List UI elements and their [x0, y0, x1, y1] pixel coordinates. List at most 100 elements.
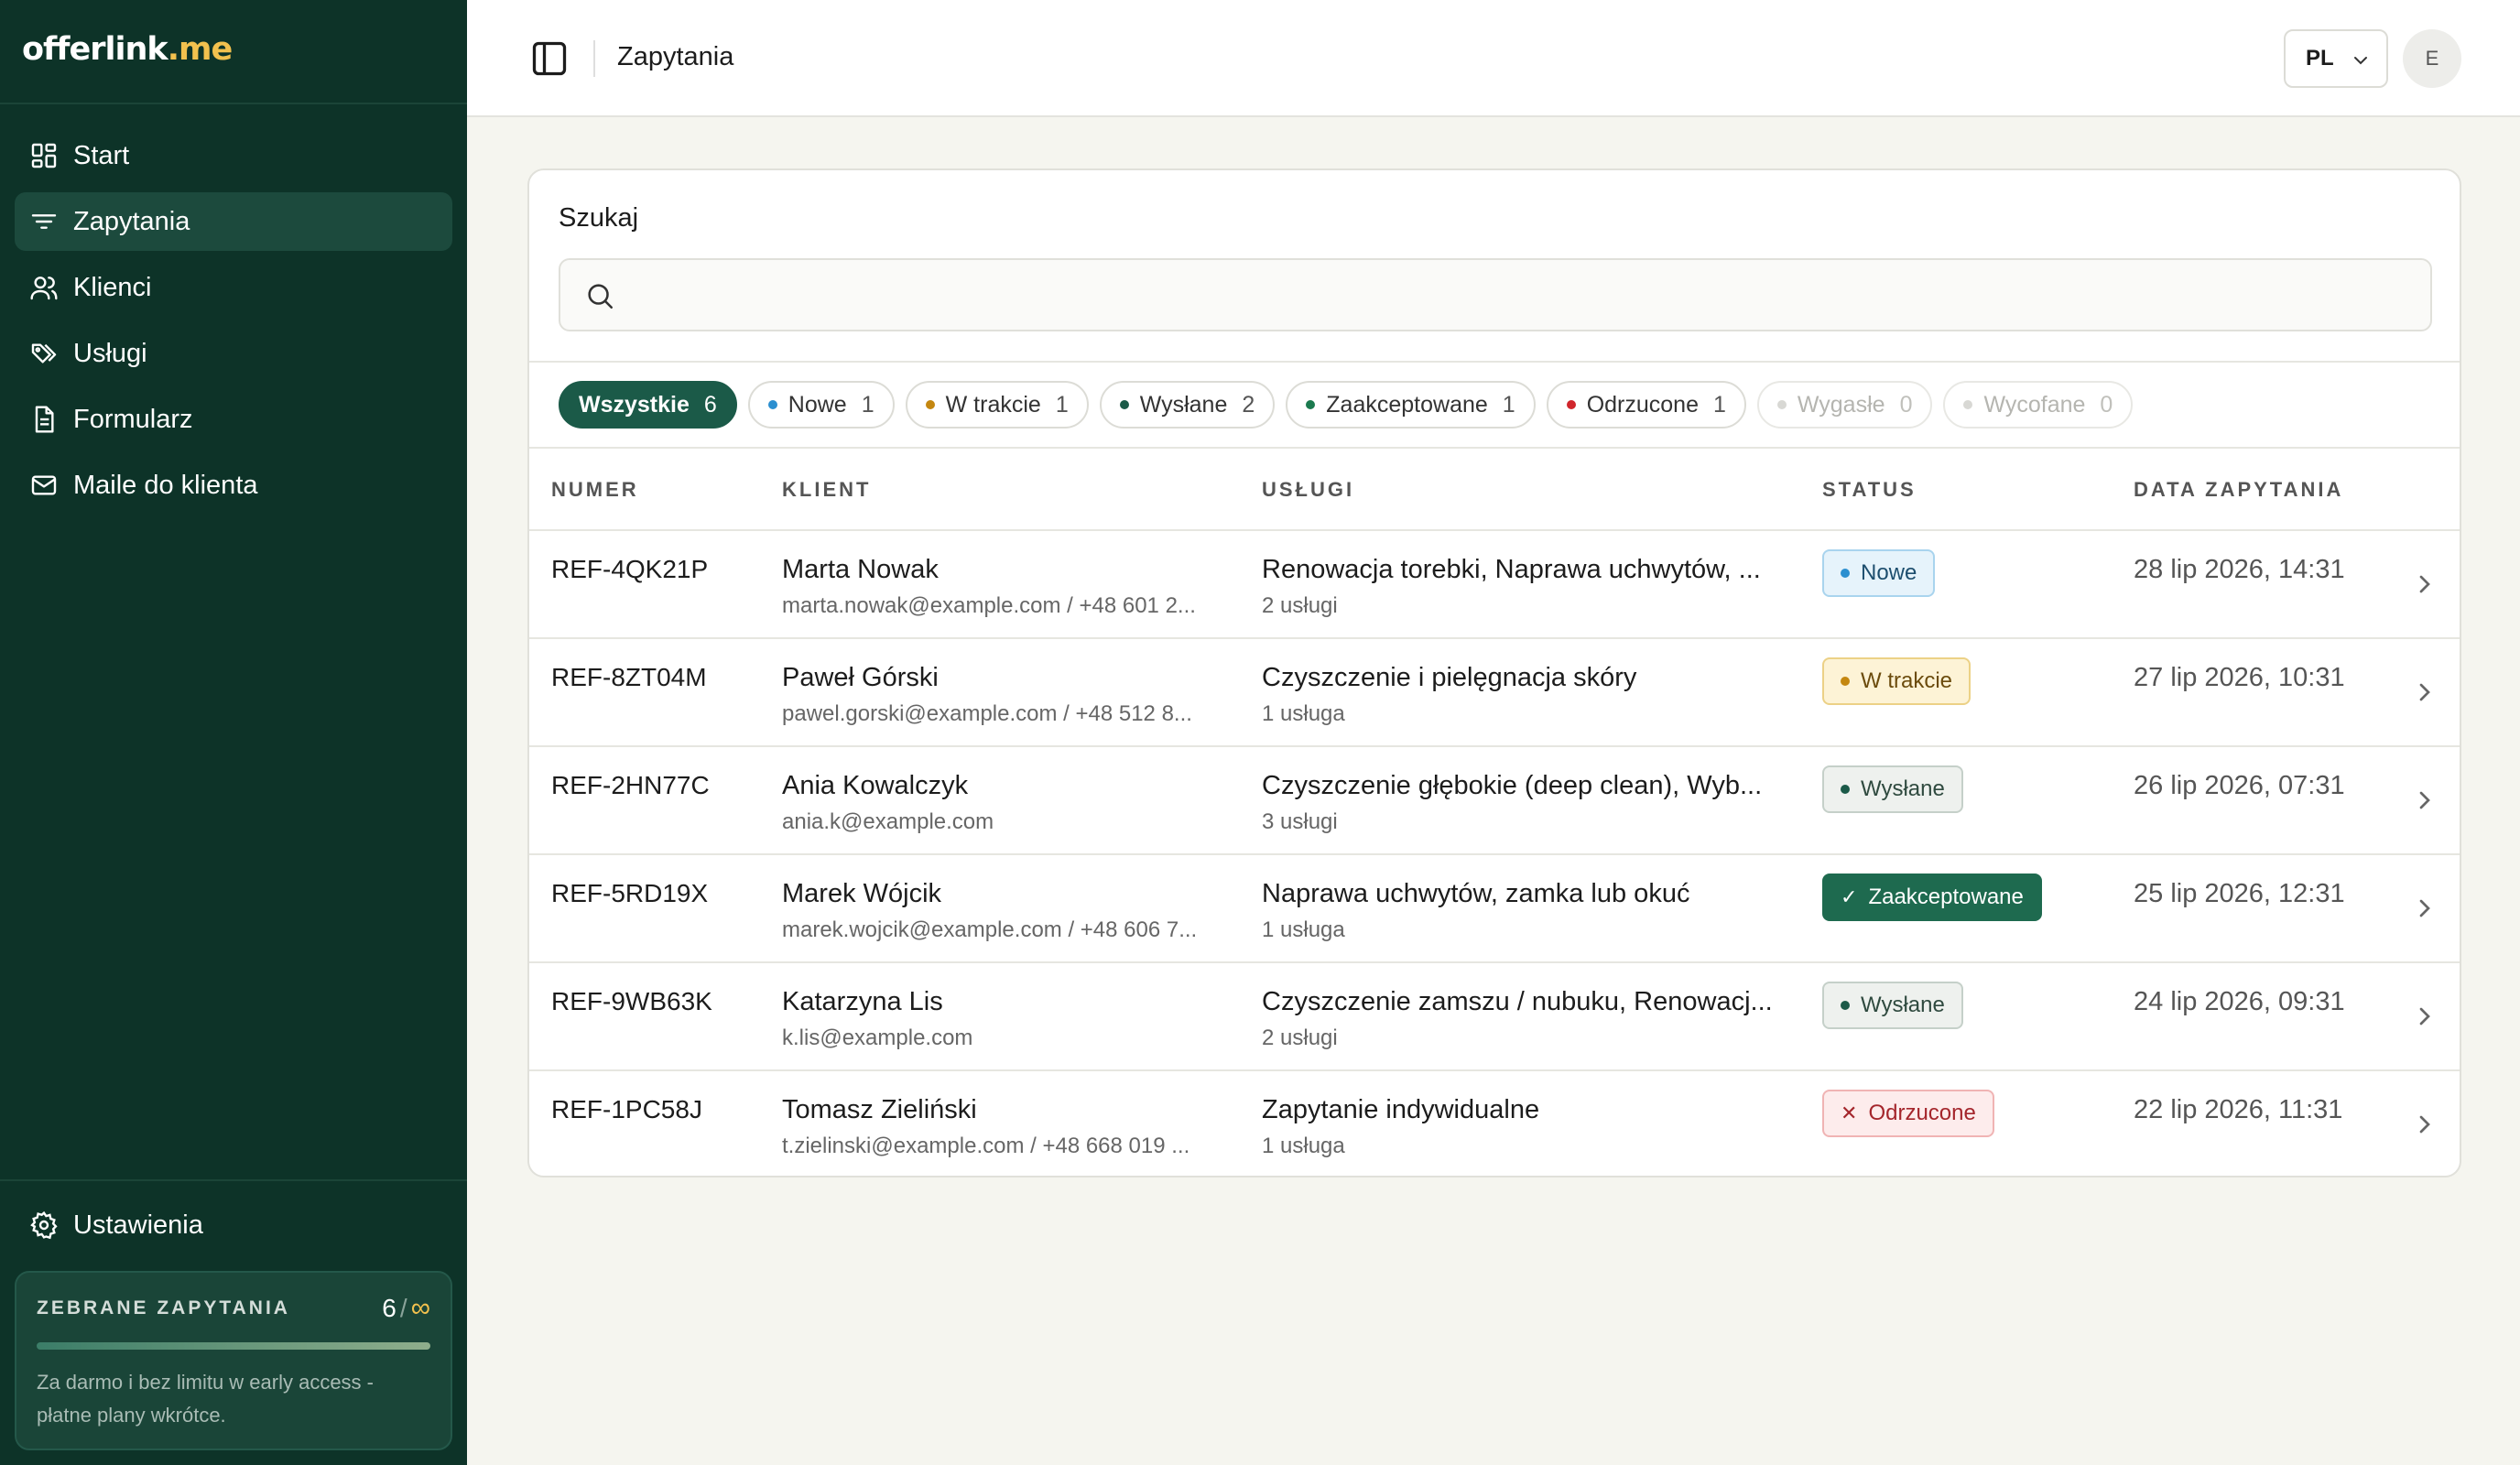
inquiry-date: 25 lip 2026, 12:31 — [2134, 879, 2345, 908]
filter-chip-label: Zaakceptowane — [1326, 391, 1488, 418]
sidebar-item-formularz[interactable]: Formularz — [15, 390, 452, 449]
table-row[interactable]: REF-5RD19X Marek Wójcik marek.wojcik@examp… — [529, 855, 2460, 963]
inquiry-date: 24 lip 2026, 09:31 — [2134, 987, 2345, 1016]
status-label: Nowe — [1861, 560, 1917, 585]
filter-chip-label: Wycofane — [1983, 391, 2086, 418]
filter-chip-count: 1 — [861, 391, 874, 418]
check-icon: ✓ — [1841, 885, 1858, 908]
quota-count: 6/∞ — [382, 1293, 430, 1324]
services-count: 2 usługi — [1262, 593, 1338, 618]
client-contact: t.zielinski@example.com / +48 668 019 ..… — [782, 1134, 1190, 1158]
filter-chip-label: Odrzucone — [1586, 391, 1699, 418]
sidebar-item-label: Zapytania — [73, 206, 190, 236]
quota-title: ZEBRANE ZAPYTANIA — [37, 1297, 290, 1318]
services-count: 1 usługa — [1262, 917, 1345, 942]
status-badge: W trakcie — [1822, 657, 1971, 705]
filter-chip[interactable]: Wysłane 2 — [1099, 381, 1276, 429]
sidebar-item-zapytania[interactable]: Zapytania — [15, 192, 452, 251]
table-row[interactable]: REF-8ZT04M Paweł Górski pawel.gorski@examp… — [529, 639, 2460, 747]
language-value: PL — [2306, 46, 2334, 71]
dashboard-icon — [29, 141, 59, 170]
status-dot-icon — [1841, 569, 1850, 578]
filter-chip-count: 0 — [1899, 391, 1913, 418]
filter-chip[interactable]: Nowe 1 — [747, 381, 895, 429]
filter-chip[interactable]: Odrzucone 1 — [1546, 381, 1746, 429]
filter-chip-label: Nowe — [788, 391, 847, 418]
filter-chip[interactable]: Zaakceptowane 1 — [1286, 381, 1536, 429]
filter-chip-count: 1 — [1055, 391, 1069, 418]
table-row[interactable]: REF-1PC58J Tomasz Zieliński t.zielinski@ex… — [529, 1071, 2460, 1176]
inquiry-number: REF-8ZT04M — [551, 663, 707, 691]
gear-icon — [29, 1210, 59, 1240]
column-header-client[interactable]: KLIENT — [782, 478, 871, 502]
services-count: 1 usługa — [1262, 1134, 1345, 1158]
brand-logo[interactable]: offerlink.me — [0, 0, 467, 104]
quota-progress-bar — [37, 1342, 430, 1350]
client-name: Ania Kowalczyk — [782, 771, 969, 800]
sidebar-item-maile[interactable]: Maile do klienta — [15, 456, 452, 515]
services-list: Naprawa uchwytów, zamka lub okuć — [1262, 879, 1690, 908]
mail-icon — [29, 471, 59, 500]
status-filter-bar: Wszystkie 6 Nowe 1 W trakcie 1 Wysłane 2 Zaakcep… — [529, 361, 2460, 449]
chevron-right-icon[interactable] — [2410, 678, 2439, 707]
status-dot-icon — [1963, 400, 1973, 409]
status-label: W trakcie — [1861, 668, 1953, 693]
column-header-services[interactable]: USŁUGI — [1262, 478, 1354, 502]
top-bar: Zapytania PL E — [467, 0, 2520, 117]
filter-chip[interactable]: Wycofane 0 — [1943, 381, 2134, 429]
quota-card: ZEBRANE ZAPYTANIA 6/∞ Za darmo i bez lim… — [15, 1271, 452, 1450]
services-list: Zapytanie indywidualne — [1262, 1095, 1540, 1124]
status-label: Zaakceptowane — [1868, 884, 2024, 909]
inquiry-number: REF-1PC58J — [551, 1095, 702, 1123]
status-badge: ✕ Odrzucone — [1822, 1090, 1994, 1137]
page-title: Zapytania — [617, 42, 734, 71]
sidebar-item-klienci[interactable]: Klienci — [15, 258, 452, 317]
chevron-right-icon[interactable] — [2410, 786, 2439, 815]
search-input[interactable] — [630, 260, 2416, 330]
inquiries-card: Szukaj Wszystkie 6 Nowe 1 W trakcie 1 Wysłane 2… — [527, 168, 2461, 1177]
filter-chip[interactable]: W trakcie 1 — [905, 381, 1089, 429]
column-header-date[interactable]: DATA ZAPYTANIA — [2134, 478, 2343, 502]
sidebar-item-uslugi[interactable]: Usługi — [15, 324, 452, 383]
quota-note: Za darmo i bez limitu w early access - p… — [37, 1371, 374, 1427]
status-dot-icon — [1776, 400, 1787, 409]
inquiry-number: REF-4QK21P — [551, 555, 709, 583]
panel-left-icon — [532, 41, 567, 76]
chevron-right-icon[interactable] — [2410, 894, 2439, 923]
table-row[interactable]: REF-2HN77C Ania Kowalczyk ania.k@example.c… — [529, 747, 2460, 855]
inquiry-date: 27 lip 2026, 10:31 — [2134, 663, 2345, 692]
settings-label: Ustawienia — [73, 1210, 203, 1240]
sidebar-toggle-button[interactable] — [527, 37, 571, 81]
status-label: Wysłane — [1861, 993, 1945, 1017]
chevron-right-icon[interactable] — [2410, 1002, 2439, 1031]
filter-chip-label: W trakcie — [945, 391, 1041, 418]
users-icon — [29, 273, 59, 302]
table-header: NUMER KLIENT USŁUGI STATUS DATA ZAPYTANI… — [529, 449, 2460, 531]
table-row[interactable]: REF-9WB63K Katarzyna Lis k.lis@example.com… — [529, 963, 2460, 1071]
sidebar-item-label: Maile do klienta — [73, 470, 258, 500]
status-dot-icon — [767, 400, 777, 409]
language-select[interactable]: PL — [2284, 29, 2388, 88]
services-list: Czyszczenie i pielęgnacja skóry — [1262, 663, 1637, 692]
column-header-status[interactable]: STATUS — [1822, 478, 1917, 502]
client-name: Marta Nowak — [782, 555, 939, 584]
filter-chip[interactable]: Wszystkie 6 — [559, 381, 737, 429]
sidebar-item-settings[interactable]: Ustawienia — [15, 1196, 452, 1254]
inquiry-number: REF-9WB63K — [551, 987, 712, 1015]
quota-progress-fill — [37, 1342, 430, 1350]
status-label: Wysłane — [1861, 776, 1945, 801]
client-name: Tomasz Zieliński — [782, 1095, 977, 1124]
close-icon: ✕ — [1841, 1101, 1858, 1124]
chevron-right-icon[interactable] — [2410, 1110, 2439, 1139]
tags-icon — [29, 339, 59, 368]
filter-chip[interactable]: Wygasłe 0 — [1756, 381, 1933, 429]
status-badge: Wysłane — [1822, 765, 1963, 813]
inquiry-date: 22 lip 2026, 11:31 — [2134, 1095, 2343, 1124]
chevron-right-icon[interactable] — [2410, 570, 2439, 599]
status-dot-icon — [1566, 400, 1576, 409]
sidebar-item-start[interactable]: Start — [15, 126, 452, 185]
avatar[interactable]: E — [2403, 29, 2461, 88]
column-header-number[interactable]: NUMER — [551, 478, 639, 502]
status-dot-icon — [1119, 400, 1129, 409]
table-row[interactable]: REF-4QK21P Marta Nowak marta.nowak@example… — [529, 531, 2460, 639]
